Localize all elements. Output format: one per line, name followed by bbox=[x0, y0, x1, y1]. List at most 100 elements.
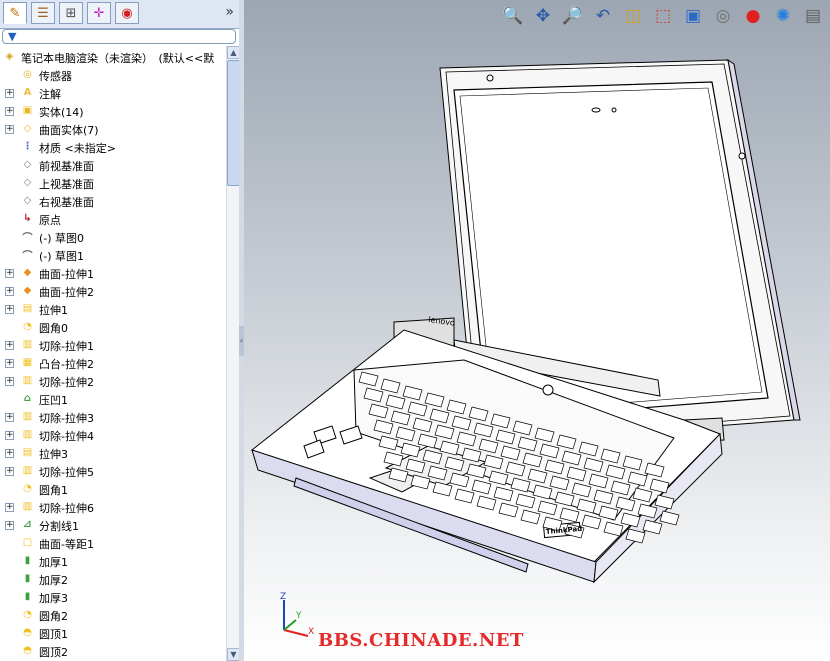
expand-toggle-icon[interactable]: + bbox=[5, 341, 14, 350]
panel-tabs: ✎ ☰ ⊞ ✛ ◉ » bbox=[0, 0, 240, 29]
tree-item-label: 凸台-拉伸2 bbox=[39, 358, 94, 371]
cut-extrude-icon: ▥ bbox=[22, 429, 33, 440]
tree-item[interactable]: + ⊿ 分割线1 bbox=[0, 516, 226, 534]
surface-offset-icon: ▢ bbox=[22, 537, 33, 548]
plane-icon: ◇ bbox=[23, 195, 32, 206]
tree-item[interactable]: + ▥ 切除-拉伸5 bbox=[0, 462, 226, 480]
expand-toggle-icon[interactable]: + bbox=[5, 431, 14, 440]
tree-item[interactable]: + ▣ 实体(14) bbox=[0, 102, 226, 120]
tree-item-label: 切除-拉伸4 bbox=[39, 430, 94, 443]
expand-toggle-icon[interactable]: + bbox=[5, 521, 14, 530]
tree-item[interactable]: ▢ 曲面-等距1 bbox=[0, 534, 226, 552]
tree-item[interactable]: + ▦ 凸台-拉伸2 bbox=[0, 354, 226, 372]
material-icon: ⋮ bbox=[22, 141, 33, 152]
tree-item[interactable]: ◈ 笔记本电脑渲染（未渲染） (默认<<默 bbox=[0, 48, 226, 66]
tab-feature-tree[interactable]: ✎ bbox=[3, 2, 27, 24]
split-line-icon: ⊿ bbox=[23, 519, 32, 530]
tree-item[interactable]: ◔ 圆角0 bbox=[0, 318, 226, 336]
tree-scrollbar[interactable]: ▲ ▼ bbox=[226, 46, 240, 661]
tree-item[interactable]: + ▤ 拉伸1 bbox=[0, 300, 226, 318]
tree-item-label: 加厚3 bbox=[39, 592, 68, 605]
key bbox=[659, 510, 680, 526]
tree-item-label: 前视基准面 bbox=[39, 160, 94, 173]
plane-icon: ◇ bbox=[23, 177, 32, 188]
dome-icon: ◓ bbox=[23, 645, 32, 656]
feature-tree: ◈ 笔记本电脑渲染（未渲染） (默认<<默 ◎ 传感器 + A 注解 + ▣ 实体(14) + ◇ 曲面… bbox=[0, 46, 226, 661]
tree-item[interactable]: ◓ 圆顶1 bbox=[0, 624, 226, 642]
expand-toggle-icon[interactable]: + bbox=[5, 503, 14, 512]
dome-icon: ◓ bbox=[23, 627, 32, 638]
indent-icon: ⌂ bbox=[23, 393, 32, 404]
more-tabs-chevron-icon[interactable]: » bbox=[225, 4, 234, 20]
expand-toggle-icon[interactable]: + bbox=[5, 287, 14, 296]
tree-item[interactable]: ◔ 圆角2 bbox=[0, 606, 226, 624]
tree-item-label: 圆顶1 bbox=[39, 628, 68, 641]
tab-configuration-manager[interactable]: ⊞ bbox=[59, 2, 83, 24]
tree-item[interactable]: ◇ 右视基准面 bbox=[0, 192, 226, 210]
tree-item-label: 切除-拉伸3 bbox=[39, 412, 94, 425]
expand-toggle-icon[interactable]: + bbox=[5, 305, 14, 314]
tree-item-label: 曲面-等距1 bbox=[39, 538, 94, 551]
tree-item[interactable]: ⌂ 压凹1 bbox=[0, 390, 226, 408]
fillet-icon: ◔ bbox=[23, 609, 32, 620]
tree-item[interactable]: + ◆ 曲面-拉伸1 bbox=[0, 264, 226, 282]
fillet-icon: ◔ bbox=[23, 321, 32, 332]
tree-item[interactable]: ↳ 原点 bbox=[0, 210, 226, 228]
tree-item[interactable]: + ◇ 曲面实体(7) bbox=[0, 120, 226, 138]
tab-appearance[interactable]: ◉ bbox=[115, 2, 139, 24]
tree-item[interactable]: + ▥ 切除-拉伸6 bbox=[0, 498, 226, 516]
tree-item[interactable]: + ▥ 切除-拉伸4 bbox=[0, 426, 226, 444]
tree-item-label: 材质 <未指定> bbox=[39, 142, 116, 155]
fillet-icon: ◔ bbox=[23, 483, 32, 494]
cut-extrude-icon: ▥ bbox=[22, 339, 33, 350]
tree-item[interactable]: + ▤ 拉伸3 bbox=[0, 444, 226, 462]
expand-toggle-icon[interactable]: + bbox=[5, 359, 14, 368]
tree-item[interactable]: ▮ 加厚1 bbox=[0, 552, 226, 570]
feature-tree-icon: ✎ bbox=[9, 5, 21, 21]
tree-item[interactable]: ⋮ 材质 <未指定> bbox=[0, 138, 226, 156]
tree-item-label: 原点 bbox=[39, 214, 61, 227]
tab-property-manager[interactable]: ☰ bbox=[31, 2, 55, 24]
tree-item[interactable]: ⌒ (-) 草图1 bbox=[0, 246, 226, 264]
expand-toggle-icon[interactable]: + bbox=[5, 89, 14, 98]
tree-item[interactable]: + ▥ 切除-拉伸1 bbox=[0, 336, 226, 354]
tree-item[interactable]: ◔ 圆角1 bbox=[0, 480, 226, 498]
sketch-icon: ⌒ bbox=[22, 233, 33, 244]
tree-item[interactable]: ▮ 加厚2 bbox=[0, 570, 226, 588]
tree-item-label: 笔记本电脑渲染（未渲染） (默认<<默 bbox=[21, 52, 215, 65]
graphics-area[interactable]: 🔍 ✥ 🔎 ↶ ◫ ⬚ ▣ ◎ ● ✺ ▤ lenovo ThinkPad Z … bbox=[244, 0, 830, 661]
cut-extrude-icon: ▥ bbox=[22, 465, 33, 476]
expand-toggle-icon[interactable]: + bbox=[5, 467, 14, 476]
tree-item[interactable]: ⌒ (-) 草图0 bbox=[0, 228, 226, 246]
expand-toggle-icon[interactable]: + bbox=[5, 413, 14, 422]
tree-item-label: 拉伸1 bbox=[39, 304, 68, 317]
tree-item[interactable]: + ▥ 切除-拉伸2 bbox=[0, 372, 226, 390]
expand-toggle-icon[interactable]: + bbox=[5, 125, 14, 134]
tree-item[interactable]: ◓ 圆顶2 bbox=[0, 642, 226, 660]
expand-toggle-icon[interactable]: + bbox=[5, 107, 14, 116]
tree-item[interactable]: ◇ 前视基准面 bbox=[0, 156, 226, 174]
tree-item[interactable]: ◇ 上视基准面 bbox=[0, 174, 226, 192]
tree-item-label: 切除-拉伸1 bbox=[39, 340, 94, 353]
tree-item-label: 传感器 bbox=[39, 70, 72, 83]
triad-y-label: Y bbox=[295, 611, 302, 621]
expand-toggle-icon[interactable]: + bbox=[5, 449, 14, 458]
tab-dimxpert[interactable]: ✛ bbox=[87, 2, 111, 24]
thicken-icon: ▮ bbox=[24, 573, 31, 584]
feature-manager-panel: ✎ ☰ ⊞ ✛ ◉ » ▼ ◈ 笔记本电脑渲染（未渲染） (默认<<默 ◎ 传感器 + A 注解 + ▣ 实… bbox=[0, 0, 241, 661]
expand-toggle-icon[interactable]: + bbox=[5, 269, 14, 278]
tree-item-label: 加厚2 bbox=[39, 574, 68, 587]
tree-item-label: 圆角2 bbox=[39, 610, 68, 623]
tree-item[interactable]: ▮ 加厚3 bbox=[0, 588, 226, 606]
sensor-icon: ◎ bbox=[23, 69, 32, 80]
tree-item[interactable]: ◎ 传感器 bbox=[0, 66, 226, 84]
feature-filter-input[interactable]: ▼ bbox=[2, 29, 236, 44]
tree-item-label: 曲面实体(7) bbox=[39, 124, 99, 137]
tree-item-label: 加厚1 bbox=[39, 556, 68, 569]
thicken-icon: ▮ bbox=[24, 555, 31, 566]
tree-item-label: 实体(14) bbox=[39, 106, 84, 119]
tree-item[interactable]: + ▥ 切除-拉伸3 bbox=[0, 408, 226, 426]
expand-toggle-icon[interactable]: + bbox=[5, 377, 14, 386]
tree-item[interactable]: + ◆ 曲面-拉伸2 bbox=[0, 282, 226, 300]
tree-item[interactable]: + A 注解 bbox=[0, 84, 226, 102]
